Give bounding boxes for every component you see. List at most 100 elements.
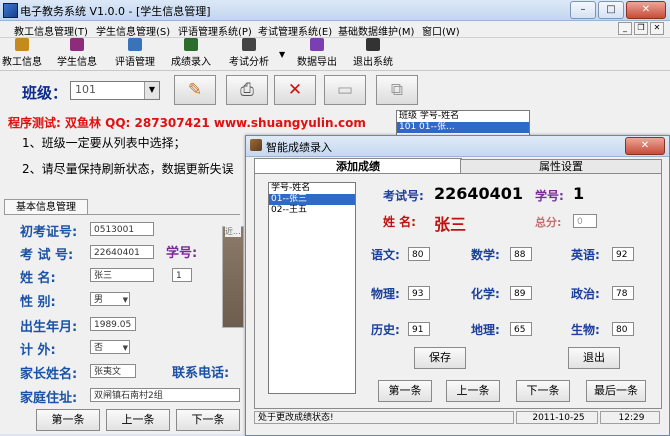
dialog-next-button[interactable]: 下一条 xyxy=(516,380,570,402)
class-select-value: 101 xyxy=(75,83,96,96)
toolbar-exam-analysis-button[interactable]: 考试分析 xyxy=(224,38,274,68)
toolbar-score-entry-button[interactable]: 成绩录入 xyxy=(168,38,214,68)
student-photo: 近... xyxy=(222,226,244,328)
menu-exam[interactable]: 考试管理系统(E) xyxy=(258,23,332,38)
score-entry-icon xyxy=(250,139,262,151)
toolbar-export-button[interactable]: 数据导出 xyxy=(294,38,340,68)
toolbar: 教工信息 学生信息 评语管理 成绩录入 考试分析 ▼ 数据导出 退出系统 xyxy=(0,38,670,71)
print-button[interactable]: ⎙ xyxy=(226,75,268,105)
inner-close-button[interactable]: ✕ xyxy=(650,22,664,35)
name-label: 姓 名: xyxy=(20,271,56,286)
list-header: 班级 学号-姓名 xyxy=(399,111,460,121)
score-field-math[interactable]: 88 xyxy=(510,247,532,261)
birth-field[interactable]: 1989.05 xyxy=(90,317,136,331)
dialog-first-button[interactable]: 第一条 xyxy=(378,380,432,402)
score-label-biology: 生物: xyxy=(571,323,600,337)
class-select[interactable]: 101 ▼ xyxy=(70,81,160,100)
score-field-history[interactable]: 91 xyxy=(408,322,430,336)
list-item[interactable]: 02--王五 xyxy=(269,205,355,216)
score-field-physics[interactable]: 93 xyxy=(408,286,430,300)
score-label-politics: 政治: xyxy=(571,287,600,301)
exit-button[interactable]: 退出 xyxy=(568,347,620,369)
menu-window[interactable]: 窗口(W) xyxy=(422,23,460,38)
student-no-label: 学号: xyxy=(166,246,198,261)
exam-no-label: 考 试 号: xyxy=(20,248,74,263)
dialog-title: 智能成绩录入 xyxy=(266,141,332,154)
parent-label: 家长姓名: xyxy=(20,367,78,382)
dialog-total-field[interactable]: 0 xyxy=(573,214,597,228)
score-field-chinese[interactable]: 80 xyxy=(408,247,430,261)
data-export-icon xyxy=(310,38,324,51)
maximize-button[interactable]: □ xyxy=(598,1,624,19)
copy-button[interactable]: ⧉ xyxy=(376,75,418,105)
dialog-statusbar: 处于更改成绩状态! 2011-10-25 12:29 xyxy=(254,411,660,425)
tab-properties[interactable]: 属性设置 xyxy=(460,159,662,174)
menu-base-data[interactable]: 基础数据维护(M) xyxy=(338,23,414,38)
address-label: 家庭住址: xyxy=(20,391,78,406)
dialog-exam-no-value: 22640401 xyxy=(434,184,524,203)
close-button[interactable]: ✕ xyxy=(626,1,666,19)
list-item[interactable]: 01--张三 xyxy=(269,194,355,205)
score-field-biology[interactable]: 80 xyxy=(612,322,634,336)
minimize-button[interactable]: – xyxy=(570,1,596,19)
chevron-down-icon[interactable]: ▼ xyxy=(144,82,159,99)
dialog-student-no-label: 学号: xyxy=(535,189,564,203)
promo-text: 程序测试: 双鱼林 QQ: 287307421 www.shuangyulin.… xyxy=(8,116,366,130)
score-field-politics[interactable]: 78 xyxy=(612,286,634,300)
delete-button[interactable]: ✕ xyxy=(274,75,316,105)
menu-comment[interactable]: 评语管理系统(P) xyxy=(178,23,252,38)
menu-student[interactable]: 学生信息管理(S) xyxy=(96,23,170,38)
dialog-titlebar[interactable]: 智能成绩录入 ✕ xyxy=(246,136,669,157)
toolbar-comment-button[interactable]: 评语管理 xyxy=(112,38,158,68)
score-label-geography: 地理: xyxy=(471,323,500,337)
comment-edit-icon xyxy=(128,38,142,51)
list-item[interactable]: 101 01--张... xyxy=(397,122,529,133)
gender-select[interactable]: 男 xyxy=(90,292,130,306)
dialog-name-value: 张三 xyxy=(434,215,467,234)
admission-no-field[interactable]: 0513001 xyxy=(90,222,154,236)
tab-add-scores[interactable]: 添加成绩 xyxy=(254,158,462,174)
toolbar-dropdown-arrow-icon[interactable]: ▼ xyxy=(279,50,285,59)
inner-restore-button[interactable]: ❐ xyxy=(634,22,648,35)
phone-label: 联系电话: xyxy=(172,366,230,381)
main-titlebar[interactable]: 电子教务系统 V1.0.0 - [学生信息管理] – □ ✕ xyxy=(0,0,670,21)
next-record-button[interactable]: 下一条 xyxy=(176,409,240,431)
menu-teacher[interactable]: 教工信息管理(T) xyxy=(14,23,88,38)
dialog-name-label: 姓 名: xyxy=(383,215,416,229)
toolbar-student-button[interactable]: 学生信息 xyxy=(54,38,100,68)
dialog-close-button[interactable]: ✕ xyxy=(625,137,665,155)
dialog-total-label: 总分: xyxy=(535,216,562,229)
class-label: 班级： xyxy=(22,84,68,102)
tab-basic-info[interactable]: 基本信息管理 xyxy=(4,199,88,215)
dialog-last-button[interactable]: 最后一条 xyxy=(586,380,646,402)
parent-field[interactable]: 张夷文 xyxy=(90,364,136,378)
score-label-physics: 物理: xyxy=(371,287,400,301)
score-field-english[interactable]: 92 xyxy=(612,247,634,261)
score-field-chemistry[interactable]: 89 xyxy=(510,286,532,300)
first-record-button[interactable]: 第一条 xyxy=(36,409,100,431)
score-label-chinese: 语文: xyxy=(371,248,400,262)
name-field[interactable]: 张三 xyxy=(90,268,154,282)
student-no-field[interactable]: 1 xyxy=(172,268,192,282)
menubar: 教工信息管理(T) 学生信息管理(S) 评语管理系统(P) 考试管理系统(E) … xyxy=(0,21,670,38)
prev-record-button[interactable]: 上一条 xyxy=(106,409,170,431)
toolbar-teacher-button[interactable]: 教工信息 xyxy=(2,38,42,68)
edit-button[interactable]: ✎ xyxy=(174,75,216,105)
address-field[interactable]: 双闸镇石南村2组 xyxy=(90,388,240,402)
score-label-history: 历史: xyxy=(371,323,400,337)
save-button[interactable]: 保存 xyxy=(414,347,466,369)
outside-select[interactable]: 否 xyxy=(90,340,130,354)
save-disk-button[interactable]: ▭ xyxy=(324,75,366,105)
dialog-student-no-value: 1 xyxy=(573,184,585,203)
score-field-geography[interactable]: 65 xyxy=(510,322,532,336)
student-book-icon xyxy=(70,38,84,51)
inner-minimize-button[interactable]: _ xyxy=(618,22,632,35)
instruction-line-1: 1、班级一定要从列表中选择； xyxy=(22,136,186,150)
teacher-folder-icon xyxy=(15,38,29,51)
dialog-prev-button[interactable]: 上一条 xyxy=(446,380,500,402)
exam-no-field[interactable]: 22640401 xyxy=(90,245,154,259)
toolbar-exit-button[interactable]: 退出系统 xyxy=(350,38,396,68)
dialog-student-list[interactable]: 学号-姓名 01--张三 02--王五 xyxy=(268,182,356,394)
window-title: 电子教务系统 V1.0.0 - [学生信息管理] xyxy=(20,5,211,18)
admission-no-label: 初考证号: xyxy=(20,225,78,240)
